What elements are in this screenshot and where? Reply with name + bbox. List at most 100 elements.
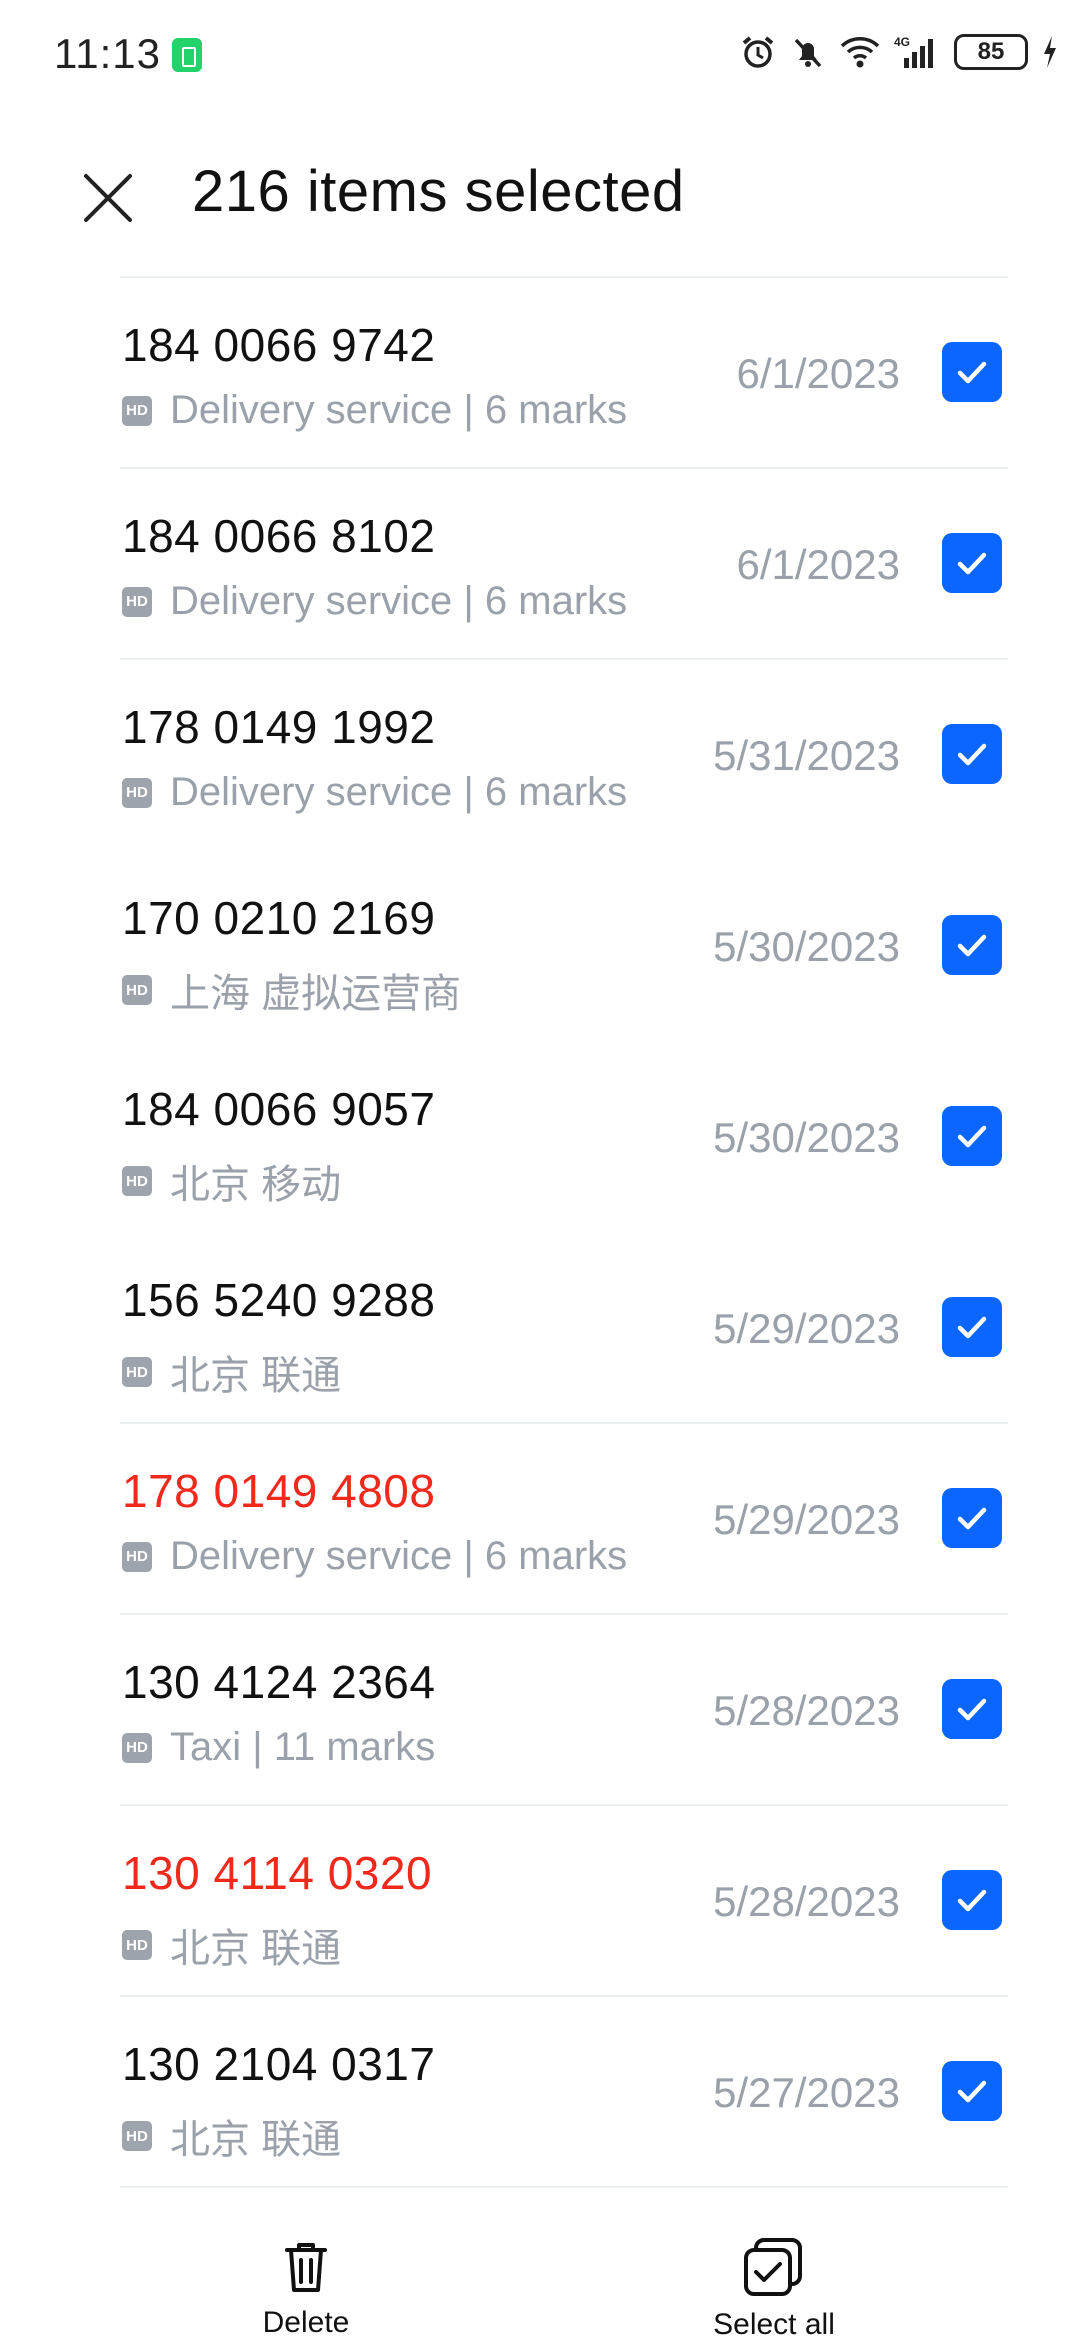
selection-checkbox[interactable] bbox=[942, 533, 1002, 593]
close-icon bbox=[84, 174, 132, 222]
call-log-row[interactable]: 156 5240 9288 HD 北京 联通 5/29/2023 bbox=[120, 1233, 1008, 1424]
hd-call-icon: HD bbox=[122, 395, 152, 426]
hd-call-icon: HD bbox=[122, 777, 152, 808]
delete-button[interactable]: Delete bbox=[206, 2236, 406, 2340]
hd-call-icon: HD bbox=[122, 975, 152, 1005]
phone-number: 130 4124 2364 bbox=[122, 1656, 436, 1708]
trash-icon bbox=[285, 2243, 327, 2292]
call-date: 5/31/2023 bbox=[713, 732, 900, 779]
checkmark-icon bbox=[957, 934, 987, 957]
selection-checkbox[interactable] bbox=[942, 1679, 1002, 1739]
call-date: 5/30/2023 bbox=[713, 1114, 900, 1161]
network-type-label: 4G bbox=[894, 35, 910, 49]
selection-checkbox[interactable] bbox=[942, 724, 1002, 784]
call-log-row[interactable]: 130 2104 0317 HD 北京 联通 5/27/2023 bbox=[120, 1997, 1008, 2188]
call-info: HD 上海 虚拟运营商 bbox=[122, 961, 461, 1019]
call-log-row[interactable]: 170 0210 2169 HD 上海 虚拟运营商 5/30/2023 bbox=[120, 851, 1008, 1042]
checkmark-icon bbox=[957, 1507, 987, 1530]
selection-checkbox[interactable] bbox=[942, 1488, 1002, 1548]
call-log-row[interactable]: 178 0149 4808 HD Delivery service | 6 mark… bbox=[120, 1424, 1008, 1615]
call-date: 5/29/2023 bbox=[713, 1305, 900, 1352]
phone-number: 156 5240 9288 bbox=[122, 1274, 436, 1326]
checkmark-icon bbox=[957, 361, 987, 384]
call-info-text: 北京 联通 bbox=[170, 1354, 342, 1398]
call-log-row[interactable]: 184 0066 8102 HD Delivery service | 6 mark… bbox=[120, 469, 1008, 660]
call-info: HD Taxi | 11 marks bbox=[122, 1725, 435, 1770]
select-all-label: Select all bbox=[713, 2308, 835, 2341]
bottom-action-bar: Delete Select all bbox=[0, 2200, 1080, 2352]
checkmark-icon bbox=[957, 1125, 987, 1148]
call-info: HD 北京 联通 bbox=[122, 1916, 341, 1974]
phone-number: 170 0210 2169 bbox=[122, 892, 436, 944]
status-icons: 4G 85 bbox=[740, 30, 1058, 74]
hd-call-icon: HD bbox=[122, 1541, 152, 1572]
call-date: 5/27/2023 bbox=[713, 2069, 900, 2116]
call-info: HD Delivery service | 6 marks bbox=[122, 579, 627, 624]
call-log-row[interactable]: 130 4124 2364 HD Taxi | 11 marks 5/28/2023 bbox=[120, 1615, 1008, 1806]
call-date: 5/29/2023 bbox=[713, 1496, 900, 1543]
hd-call-icon: HD bbox=[122, 2121, 152, 2151]
call-info-text: Taxi | 11 marks bbox=[170, 1725, 436, 1769]
page-title: 216 items selected bbox=[192, 159, 685, 224]
call-info: HD Delivery service | 6 marks bbox=[122, 388, 627, 433]
battery-indicator: 85 bbox=[954, 34, 1028, 70]
call-log-row[interactable]: 184 0066 9057 HD 北京 移动 5/30/2023 bbox=[120, 1042, 1008, 1233]
call-info-text: Delivery service | 6 marks bbox=[170, 388, 628, 432]
hd-call-icon: HD bbox=[122, 1732, 152, 1763]
call-info: HD 北京 移动 bbox=[122, 1152, 341, 1210]
checkmark-icon bbox=[957, 1889, 987, 1912]
call-info-text: 北京 移动 bbox=[170, 1163, 342, 1207]
call-info-text: Delivery service | 6 marks bbox=[170, 579, 628, 623]
phone-number: 178 0149 4808 bbox=[122, 1465, 436, 1517]
notification-app-icon bbox=[172, 38, 202, 72]
selection-checkbox[interactable] bbox=[942, 1106, 1002, 1166]
selection-header: 216 items selected bbox=[0, 120, 1080, 260]
phone-number: 184 0066 8102 bbox=[122, 510, 436, 562]
charging-icon bbox=[1042, 34, 1058, 70]
call-info-text: Delivery service | 6 marks bbox=[170, 770, 628, 814]
phone-number: 130 2104 0317 bbox=[122, 2038, 436, 2090]
checkmark-icon bbox=[957, 1698, 987, 1721]
delete-label: Delete bbox=[262, 2306, 350, 2339]
call-info: HD Delivery service | 6 marks bbox=[122, 770, 627, 815]
call-info-text: Delivery service | 6 marks bbox=[170, 1534, 628, 1578]
call-log-row[interactable]: 130 4114 0320 HD 北京 联通 5/28/2023 bbox=[120, 1806, 1008, 1997]
select-all-button[interactable]: Select all bbox=[674, 2236, 874, 2342]
call-date: 5/30/2023 bbox=[713, 923, 900, 970]
checkmark-icon bbox=[957, 743, 987, 766]
phone-number: 184 0066 9742 bbox=[122, 319, 436, 371]
call-log-row[interactable]: 184 0066 9742 HD Delivery service | 6 mark… bbox=[120, 278, 1008, 469]
wifi-icon bbox=[840, 34, 880, 70]
selection-checkbox[interactable] bbox=[942, 915, 1002, 975]
alarm-icon bbox=[740, 34, 776, 70]
checkmark-icon bbox=[957, 552, 987, 575]
call-date: 5/28/2023 bbox=[713, 1687, 900, 1734]
selection-checkbox[interactable] bbox=[942, 1870, 1002, 1930]
checkmark-icon bbox=[957, 1316, 987, 1339]
phone-number: 184 0066 9057 bbox=[122, 1083, 436, 1135]
call-info: HD Delivery service | 6 marks bbox=[122, 1534, 627, 1579]
mute-bell-icon bbox=[790, 34, 826, 70]
call-info: HD 北京 联通 bbox=[122, 1343, 341, 1401]
phone-number: 178 0149 1992 bbox=[122, 701, 436, 753]
cellular-signal-icon: 4G bbox=[894, 34, 940, 70]
call-info-text: 北京 联通 bbox=[170, 2118, 342, 2162]
call-date: 5/28/2023 bbox=[713, 1878, 900, 1925]
call-date: 6/1/2023 bbox=[736, 541, 901, 588]
selection-checkbox[interactable] bbox=[942, 342, 1002, 402]
call-log-row[interactable]: 178 0149 1992 HD Delivery service | 6 mark… bbox=[120, 660, 1008, 851]
status-time: 11:13 bbox=[54, 30, 161, 77]
call-date: 6/1/2023 bbox=[736, 350, 901, 397]
selection-checkbox[interactable] bbox=[942, 2061, 1002, 2121]
call-info-text: 北京 联通 bbox=[170, 1927, 342, 1971]
hd-call-icon: HD bbox=[122, 1357, 152, 1387]
phone-number: 130 4114 0320 bbox=[122, 1847, 433, 1899]
hd-call-icon: HD bbox=[122, 586, 152, 617]
select-all-icon bbox=[744, 2238, 802, 2296]
close-button[interactable] bbox=[70, 160, 146, 236]
status-bar: 11:13 4G 85 bbox=[0, 0, 1080, 108]
call-log-list: 184 0066 9742 HD Delivery service | 6 mark… bbox=[120, 276, 1008, 2188]
checkmark-icon bbox=[957, 2080, 987, 2103]
call-info-text: 上海 虚拟运营商 bbox=[170, 972, 462, 1016]
selection-checkbox[interactable] bbox=[942, 1297, 1002, 1357]
